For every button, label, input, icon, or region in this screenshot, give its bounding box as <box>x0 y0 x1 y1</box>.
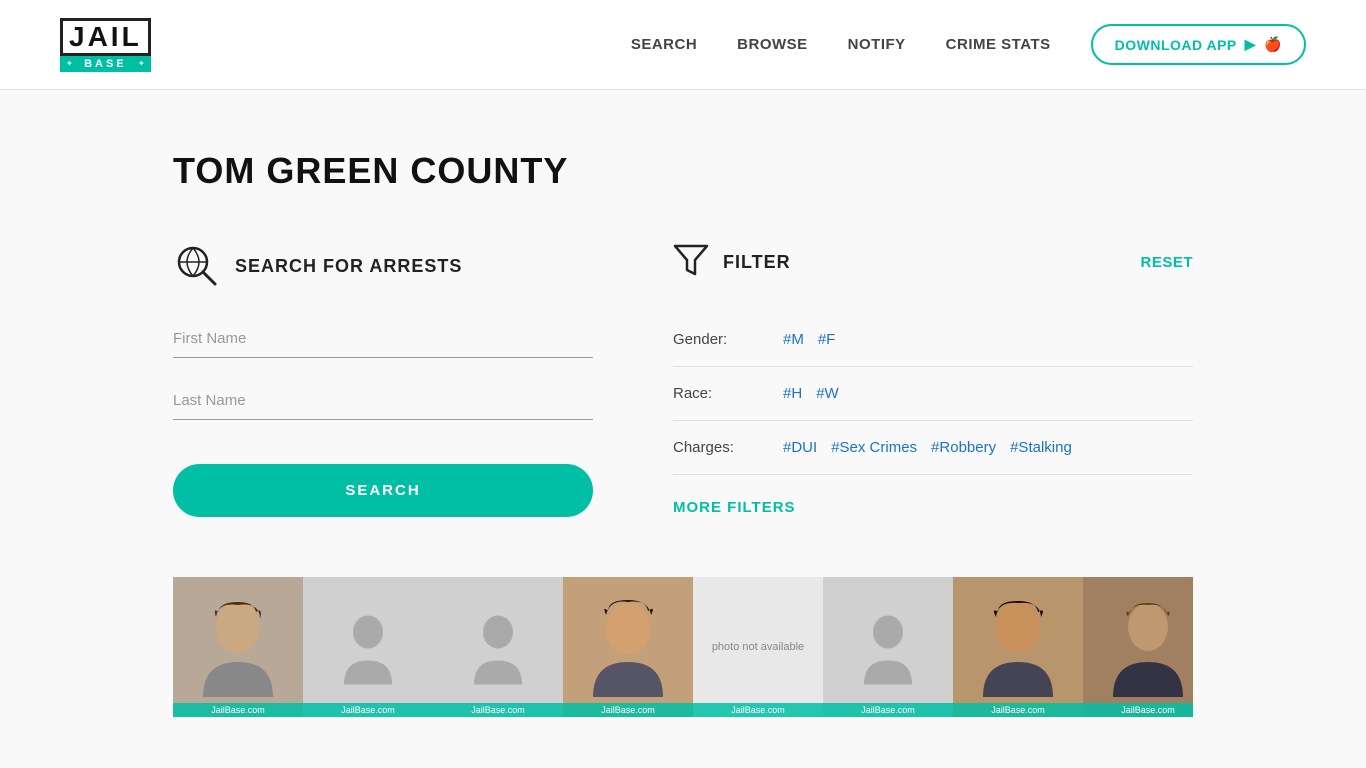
charge-tag-robbery[interactable]: #Robbery <box>931 439 996 456</box>
search-section-header: SEARCH FOR ARRESTS <box>173 242 593 290</box>
content-row: SEARCH FOR ARRESTS SEARCH <box>173 242 1193 517</box>
nav-search[interactable]: SEARCH <box>631 36 697 53</box>
mugshot-label: JailBase.com <box>1083 703 1193 717</box>
mugshot-label: JailBase.com <box>173 703 303 717</box>
mugshot-item[interactable]: photo not available JailBase.com <box>693 577 823 717</box>
charge-tag-sex-crimes[interactable]: #Sex Crimes <box>831 439 917 456</box>
last-name-group <box>173 382 593 420</box>
mugshot-label: JailBase.com <box>953 703 1083 717</box>
mugshot-person-icon <box>1108 597 1188 697</box>
mugshot-item[interactable]: JailBase.com <box>303 577 433 717</box>
filter-icon-wrap <box>673 242 709 283</box>
main-nav: SEARCH BROWSE NOTIFY CRIME STATS DOWNLOA… <box>631 24 1306 65</box>
main-content: TOM GREEN COUNTY SEARCH FOR <box>133 90 1233 717</box>
charges-tags: #DUI #Sex Crimes #Robbery #Stalking <box>783 439 1072 456</box>
last-name-input[interactable] <box>173 382 593 420</box>
gender-filter-row: Gender: #M #F <box>673 313 1193 367</box>
charges-label: Charges: <box>673 439 763 456</box>
mugshot-item[interactable]: JailBase.com <box>823 577 953 717</box>
race-tags: #H #W <box>783 385 839 402</box>
logo-jail-text: JAIL <box>69 23 142 51</box>
mugshot-label: JailBase.com <box>693 703 823 717</box>
mugshot-item[interactable]: JailBase.com <box>173 577 303 717</box>
mugshot-label: JailBase.com <box>823 703 953 717</box>
mugshot-person-icon <box>198 597 278 697</box>
no-photo-text: photo not available <box>712 641 804 653</box>
race-tag-h[interactable]: #H <box>783 385 802 402</box>
gender-label: Gender: <box>673 331 763 348</box>
no-photo-box: photo not available <box>693 577 823 717</box>
filter-section: FILTER RESET Gender: #M #F Race: #H #W <box>673 242 1193 517</box>
logo-base-text: BASE <box>84 58 127 70</box>
mugshot-placeholder-icon <box>858 607 918 687</box>
header: JAIL ✦ BASE ✦ SEARCH BROWSE NOTIFY CRIME… <box>0 0 1366 90</box>
apple-icon: 🍎 <box>1264 36 1282 53</box>
mugshots-row: JailBase.com JailBase.com <box>173 577 1193 717</box>
mugshot-placeholder-icon <box>338 607 398 687</box>
mugshot-label: JailBase.com <box>433 703 563 717</box>
search-section-title: SEARCH FOR ARRESTS <box>235 256 462 277</box>
filter-section-title: FILTER <box>723 252 791 273</box>
mugshot-label: JailBase.com <box>563 703 693 717</box>
logo[interactable]: JAIL ✦ BASE ✦ <box>60 18 151 72</box>
race-filter-row: Race: #H #W <box>673 367 1193 421</box>
logo-star-left: ✦ <box>66 59 73 68</box>
gender-tags: #M #F <box>783 331 835 348</box>
first-name-input[interactable] <box>173 320 593 358</box>
nav-browse[interactable]: BROWSE <box>737 36 808 53</box>
race-tag-w[interactable]: #W <box>816 385 839 402</box>
search-arrests-icon <box>173 242 221 290</box>
mugshot-placeholder-icon <box>468 607 528 687</box>
nav-notify[interactable]: NOTIFY <box>848 36 906 53</box>
charges-filter-row: Charges: #DUI #Sex Crimes #Robbery #Stal… <box>673 421 1193 475</box>
search-button[interactable]: SEARCH <box>173 464 593 517</box>
download-app-label: DOWNLOAD APP <box>1115 37 1237 53</box>
page-title: TOM GREEN COUNTY <box>173 150 1193 192</box>
play-icon: ▶ <box>1245 36 1256 53</box>
search-section: SEARCH FOR ARRESTS SEARCH <box>173 242 593 517</box>
download-app-button[interactable]: DOWNLOAD APP ▶ 🍎 <box>1091 24 1306 65</box>
more-filters-link[interactable]: MORE FILTERS <box>673 499 796 516</box>
mugshot-person-icon <box>978 597 1058 697</box>
gender-tag-f[interactable]: #F <box>818 331 836 348</box>
charge-tag-dui[interactable]: #DUI <box>783 439 817 456</box>
search-icon-svg <box>173 242 221 290</box>
filter-funnel-icon <box>673 242 709 278</box>
mugshot-item[interactable]: JailBase.com <box>953 577 1083 717</box>
gender-tag-m[interactable]: #M <box>783 331 804 348</box>
nav-crime-stats[interactable]: CRIME STATS <box>946 36 1051 53</box>
logo-star-right: ✦ <box>138 59 145 68</box>
reset-button[interactable]: RESET <box>1140 254 1193 271</box>
mugshot-item[interactable]: JailBase.com <box>1083 577 1193 717</box>
charge-tag-stalking[interactable]: #Stalking <box>1010 439 1072 456</box>
mugshots-section: JailBase.com JailBase.com <box>173 577 1193 717</box>
race-label: Race: <box>673 385 763 402</box>
mugshot-person-icon <box>588 597 668 697</box>
mugshot-item[interactable]: JailBase.com <box>433 577 563 717</box>
filter-header: FILTER RESET <box>673 242 1193 283</box>
mugshot-label: JailBase.com <box>303 703 433 717</box>
first-name-group <box>173 320 593 358</box>
filter-title-wrap: FILTER <box>673 242 791 283</box>
mugshot-item[interactable]: JailBase.com <box>563 577 693 717</box>
